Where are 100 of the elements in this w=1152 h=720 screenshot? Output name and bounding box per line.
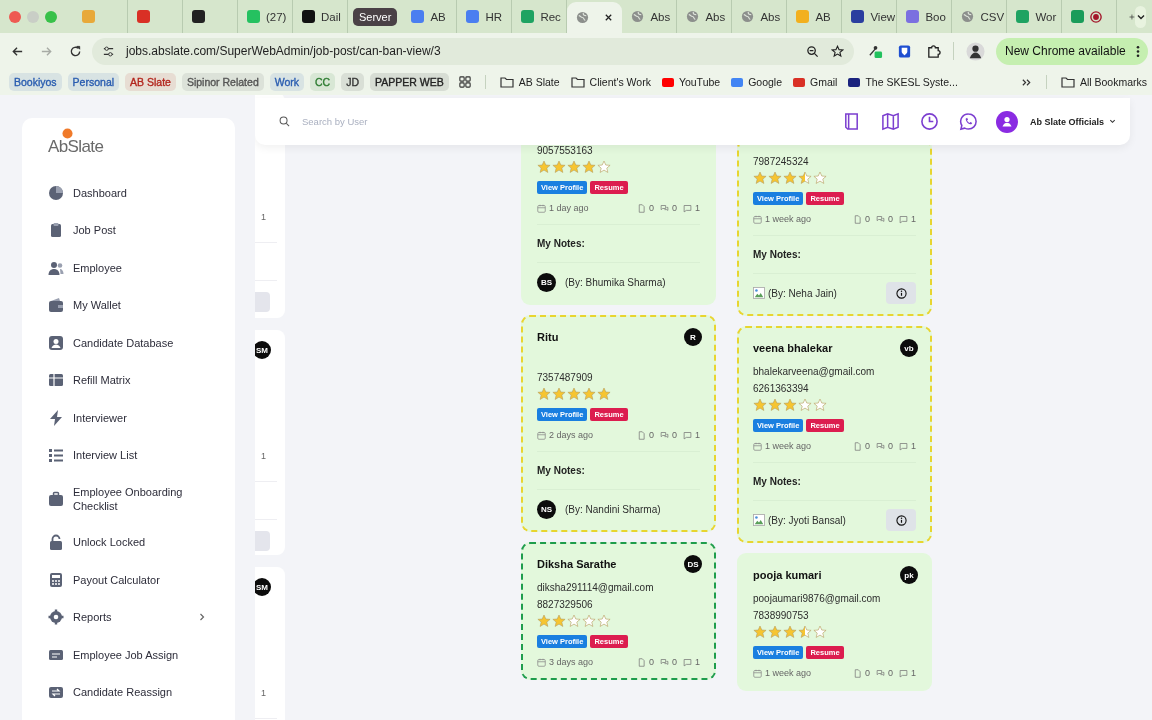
- chat-icon: [659, 203, 669, 213]
- notes-label: My Notes:: [537, 465, 586, 476]
- sidebar-item[interactable]: Employee Onboarding Checklist: [48, 474, 206, 524]
- calendar-icon: [537, 657, 546, 667]
- bookmark-chip[interactable]: CC: [310, 73, 336, 91]
- sidebar-item[interactable]: Payout Calculator: [48, 561, 206, 599]
- reload-icon[interactable]: [69, 44, 82, 58]
- sidebar-item[interactable]: Interviewer: [48, 399, 206, 437]
- info-icon: [895, 514, 907, 526]
- menu-item-icon: [48, 297, 64, 314]
- sidebar-item[interactable]: My Wallet: [48, 286, 206, 324]
- calendar-icon: [753, 441, 762, 451]
- search-field[interactable]: Search by User: [300, 115, 504, 128]
- comment-icon: [899, 441, 908, 451]
- bookmark-link[interactable]: YouTube: [661, 76, 721, 88]
- close-tab-icon[interactable]: [604, 13, 614, 22]
- close-window-button[interactable]: [9, 10, 21, 23]
- chat-count: 0: [887, 214, 893, 224]
- bookmark-chip[interactable]: Sipinor Related: [181, 73, 264, 91]
- clock-icon[interactable]: [919, 112, 939, 131]
- comment-icon: [683, 203, 692, 213]
- bookmark-chip[interactable]: Personal: [67, 73, 120, 91]
- more-icon: [1135, 44, 1140, 58]
- star-icon: [597, 387, 611, 401]
- bookmark-chip[interactable]: JD: [341, 73, 365, 91]
- chat-bubble-icon[interactable]: [958, 112, 978, 131]
- shield-icon[interactable]: [897, 43, 912, 59]
- star-icon: [813, 171, 827, 185]
- phone-number: 7357487909: [537, 372, 593, 383]
- star-icon: [783, 171, 797, 185]
- sidebar-item[interactable]: Reports: [48, 598, 206, 636]
- site-settings-icon[interactable]: [102, 44, 115, 58]
- sidebar-item[interactable]: Interview List: [48, 436, 206, 474]
- user-menu[interactable]: Ab Slate Officials: [1029, 116, 1116, 127]
- star-icon: [597, 160, 611, 174]
- menu-item-icon: [48, 184, 64, 201]
- calendar-icon: [537, 203, 546, 213]
- file-count: 0: [864, 668, 870, 678]
- star-icon: [768, 625, 782, 639]
- sidebar-item[interactable]: Employee Job Assign: [48, 636, 206, 674]
- star-icon: [567, 387, 581, 401]
- calendar-icon: [537, 430, 546, 440]
- map-icon[interactable]: [880, 112, 900, 131]
- comment-count: 1: [261, 451, 266, 461]
- all-bookmarks-folder[interactable]: All Bookmarks: [1060, 76, 1147, 88]
- sidebar-item[interactable]: Candidate Database: [48, 324, 206, 362]
- bookmark-folder[interactable]: Client's Work: [570, 76, 651, 88]
- sidebar-item[interactable]: Employee: [48, 249, 206, 287]
- avatar: SM: [255, 578, 271, 596]
- comment-count: 1: [261, 688, 266, 698]
- file-icon: [852, 214, 862, 224]
- bookmark-link[interactable]: Gmail: [793, 76, 838, 88]
- menu-item-icon: [48, 447, 64, 464]
- star-icon: [552, 614, 566, 628]
- menu-item-icon: [48, 222, 64, 239]
- tab-search-button[interactable]: [1135, 5, 1146, 28]
- info-button[interactable]: [886, 282, 916, 304]
- sidebar-item[interactable]: Candidate Reassign: [48, 673, 206, 711]
- update-chrome-button[interactable]: New Chrome available: [996, 37, 1148, 65]
- sidebar-item[interactable]: Dashboard: [48, 174, 206, 212]
- menu-item-icon: [48, 534, 64, 551]
- sidebar-item[interactable]: Refill Matrix: [48, 361, 206, 399]
- date-text: 1 week ago: [765, 441, 813, 451]
- profile-avatar[interactable]: [966, 41, 985, 61]
- more-bookmarks-icon[interactable]: [1020, 76, 1032, 88]
- star-icon: [753, 171, 767, 185]
- bookmark-chip[interactable]: Bookiyos: [9, 73, 62, 91]
- menu-item-icon: [48, 259, 64, 276]
- zoom-out-icon[interactable]: [806, 44, 819, 58]
- file-icon: [852, 668, 862, 678]
- address-bar[interactable]: jobs.abslate.com/SuperWebAdmin/job-post/can-ban-view/3: [92, 37, 854, 65]
- caret-icon: [1109, 118, 1116, 125]
- bookmark-link[interactable]: Google: [731, 76, 782, 88]
- sidebar-item[interactable]: Job Post: [48, 211, 206, 249]
- star-icon: [813, 625, 827, 639]
- puzzle-icon[interactable]: [926, 43, 941, 59]
- back-icon[interactable]: [11, 44, 24, 58]
- bookmark-folder[interactable]: AB Slate: [499, 76, 560, 88]
- sidebar-item[interactable]: Unlock Locked: [48, 523, 206, 561]
- info-button[interactable]: [886, 509, 916, 531]
- date-text: 1 day ago: [549, 203, 590, 213]
- bookmark-chip[interactable]: AB Slate: [125, 73, 176, 91]
- tab-group-label[interactable]: Server: [353, 7, 398, 26]
- bookmark-chip[interactable]: Work: [269, 73, 305, 91]
- star-icon: [768, 171, 782, 185]
- star-icon: [798, 398, 812, 412]
- user-avatar[interactable]: [995, 110, 1018, 133]
- globe-icon: [741, 10, 755, 23]
- file-count: 0: [864, 214, 870, 224]
- star-icon: [768, 398, 782, 412]
- apps-grid-icon[interactable]: [458, 76, 471, 88]
- bookmark-link[interactable]: The SKESL Syste...: [848, 76, 958, 88]
- bookmark-star-icon[interactable]: [831, 44, 844, 58]
- bookmark-chip[interactable]: PAPPER WEB: [370, 73, 449, 91]
- extension-icon[interactable]: [868, 43, 883, 59]
- menu-item-icon: [48, 334, 64, 351]
- star-icon: [753, 398, 767, 412]
- star-icon: [567, 614, 581, 628]
- chat-icon: [659, 657, 669, 667]
- star-icon: [567, 160, 581, 174]
